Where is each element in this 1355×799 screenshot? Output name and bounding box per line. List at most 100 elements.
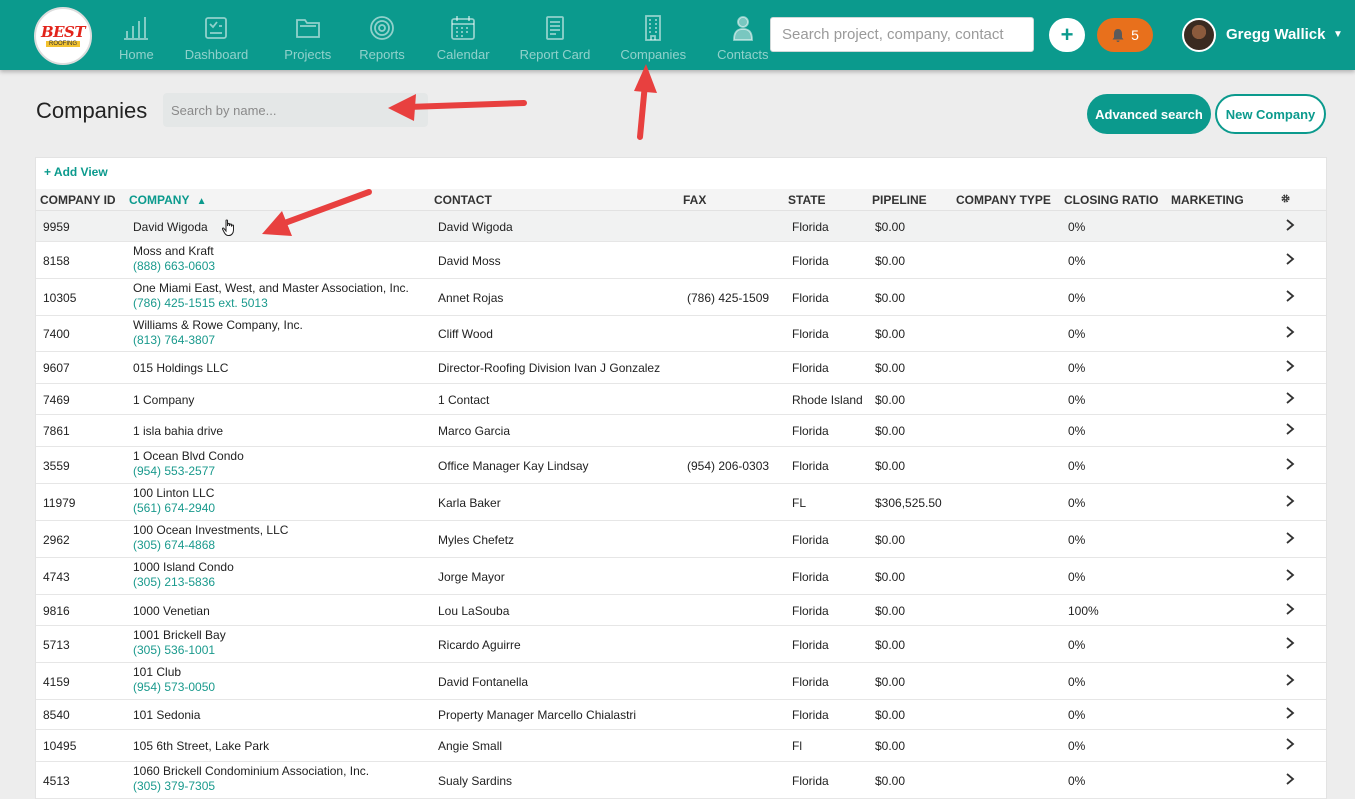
user-avatar[interactable] <box>1182 18 1216 52</box>
table-row[interactable]: 5713 1001 Brickell Bay (305) 536-1001 Ricar… <box>36 626 1326 663</box>
chevron-right-icon[interactable] <box>1285 423 1295 435</box>
table-row[interactable]: 11979 100 Linton LLC (561) 674-2940 Karla B… <box>36 484 1326 521</box>
column-header-company[interactable]: COMPANY ▲ <box>129 193 206 207</box>
company-logo[interactable]: BEST ROOFING <box>34 7 92 65</box>
column-header-fax[interactable]: FAX <box>683 193 706 207</box>
company-phone-link[interactable]: (888) 663-0603 <box>133 259 215 273</box>
company-name[interactable]: 105 6th Street, Lake Park <box>133 739 269 753</box>
contact-cell[interactable]: Lou LaSouba <box>438 604 509 618</box>
table-row[interactable]: 9607 015 Holdings LLC Director-Roofing Div… <box>36 352 1326 384</box>
company-name[interactable]: 101 Club <box>133 665 181 679</box>
chevron-right-icon[interactable] <box>1285 290 1295 302</box>
table-row[interactable]: 9816 1000 Venetian Lou LaSouba Florida $0.00… <box>36 595 1326 626</box>
contact-cell[interactable]: 1 Contact <box>438 393 489 407</box>
nav-item-projects[interactable]: Projects <box>272 0 343 70</box>
company-phone-link[interactable]: (786) 425-1515 ext. 5013 <box>133 296 409 310</box>
column-header-state[interactable]: STATE <box>788 193 826 207</box>
company-phone-link[interactable]: (954) 573-0050 <box>133 680 215 694</box>
table-row[interactable]: 3559 1 Ocean Blvd Condo (954) 553-2577 Offi… <box>36 447 1326 484</box>
contact-cell[interactable]: Jorge Mayor <box>438 570 505 584</box>
chevron-right-icon[interactable] <box>1285 326 1295 338</box>
global-search-input[interactable] <box>770 17 1034 52</box>
contact-cell[interactable]: Annet Rojas <box>438 291 503 305</box>
gear-icon[interactable] <box>1280 193 1291 204</box>
company-name[interactable]: David Wigoda <box>133 220 208 234</box>
chevron-right-icon[interactable] <box>1285 738 1295 750</box>
company-name[interactable]: Williams & Rowe Company, Inc. <box>133 318 303 332</box>
chevron-right-icon[interactable] <box>1285 219 1295 231</box>
chevron-right-icon[interactable] <box>1285 253 1295 265</box>
chevron-right-icon[interactable] <box>1285 773 1295 785</box>
contact-cell[interactable]: David Fontanella <box>438 675 528 689</box>
company-name[interactable]: 1060 Brickell Condominium Association, I… <box>133 764 369 778</box>
contact-cell[interactable]: Karla Baker <box>438 496 501 510</box>
company-name[interactable]: 1 Company <box>133 393 194 407</box>
contact-cell[interactable]: Marco Garcia <box>438 424 510 438</box>
company-phone-link[interactable]: (561) 674-2940 <box>133 501 215 515</box>
chevron-right-icon[interactable] <box>1285 674 1295 686</box>
contact-cell[interactable]: David Moss <box>438 254 501 268</box>
contact-cell[interactable]: Director-Roofing Division Ivan J Gonzale… <box>438 361 660 375</box>
table-row[interactable]: 7861 1 isla bahia drive Marco Garcia Florid… <box>36 415 1326 447</box>
company-phone-link[interactable]: (305) 536-1001 <box>133 643 226 657</box>
new-company-button[interactable]: New Company <box>1215 94 1326 134</box>
quick-add-button[interactable]: + <box>1049 18 1085 52</box>
chevron-right-icon[interactable] <box>1285 707 1295 719</box>
table-row[interactable]: 4159 101 Club (954) 573-0050 David Fontanel… <box>36 663 1326 700</box>
table-row[interactable]: 10495 105 6th Street, Lake Park Angie Smal… <box>36 730 1326 762</box>
advanced-search-button[interactable]: Advanced search <box>1087 94 1211 134</box>
contact-cell[interactable]: Myles Chefetz <box>438 533 514 547</box>
company-name[interactable]: 100 Linton LLC <box>133 486 214 500</box>
company-name[interactable]: One Miami East, West, and Master Associa… <box>133 281 409 295</box>
table-row[interactable]: 4743 1000 Island Condo (305) 213-5836 Jorge… <box>36 558 1326 595</box>
table-row[interactable]: 2962 100 Ocean Investments, LLC (305) 674-… <box>36 521 1326 558</box>
chevron-right-icon[interactable] <box>1285 392 1295 404</box>
nav-item-dashboard[interactable]: Dashboard <box>161 0 273 70</box>
column-header-company-id[interactable]: COMPANY ID <box>40 193 116 207</box>
company-name[interactable]: 1000 Island Condo <box>133 560 234 574</box>
company-name[interactable]: 101 Sedonia <box>133 708 200 722</box>
nav-item-reports[interactable]: Reports <box>343 0 421 70</box>
table-row[interactable]: 8158 Moss and Kraft (888) 663-0603 David Mo… <box>36 242 1326 279</box>
company-name[interactable]: 1 isla bahia drive <box>133 424 223 438</box>
chevron-right-icon[interactable] <box>1285 458 1295 470</box>
chevron-right-icon[interactable] <box>1285 569 1295 581</box>
table-row[interactable]: 7400 Williams & Rowe Company, Inc. (813) 7… <box>36 316 1326 352</box>
column-header-company-type[interactable]: COMPANY TYPE <box>956 193 1051 207</box>
contact-cell[interactable]: Office Manager Kay Lindsay <box>438 459 589 473</box>
table-row[interactable]: 8540 101 Sedonia Property Manager Marcello… <box>36 700 1326 730</box>
user-name[interactable]: Gregg Wallick <box>1226 26 1325 43</box>
column-header-contact[interactable]: CONTACT <box>434 193 492 207</box>
nav-item-calendar[interactable]: Calendar <box>421 0 506 70</box>
company-phone-link[interactable]: (813) 764-3807 <box>133 333 303 347</box>
company-phone-link[interactable]: (305) 379-7305 <box>133 779 369 793</box>
chevron-right-icon[interactable] <box>1285 360 1295 372</box>
company-name[interactable]: 100 Ocean Investments, LLC <box>133 523 288 537</box>
company-name[interactable]: 1001 Brickell Bay <box>133 628 226 642</box>
company-name[interactable]: 1000 Venetian <box>133 604 210 618</box>
column-header-marketing[interactable]: MARKETING <box>1171 193 1244 207</box>
chevron-right-icon[interactable] <box>1285 495 1295 507</box>
chevron-right-icon[interactable] <box>1285 637 1295 649</box>
company-name[interactable]: 015 Holdings LLC <box>133 361 228 375</box>
nav-item-home[interactable]: Home <box>112 0 161 70</box>
contact-cell[interactable]: David Wigoda <box>438 220 513 234</box>
company-name[interactable]: Moss and Kraft <box>133 244 214 258</box>
table-row[interactable]: 10305 One Miami East, West, and Master As… <box>36 279 1326 316</box>
contact-cell[interactable]: Property Manager Marcello Chialastri <box>438 708 636 722</box>
caret-down-icon[interactable]: ▼ <box>1333 29 1343 40</box>
table-row[interactable]: 4513 1060 Brickell Condominium Associatio… <box>36 762 1326 799</box>
table-row[interactable]: 7469 1 Company 1 Contact Rhode Island $0.00 0… <box>36 384 1326 415</box>
column-header-closing-ratio[interactable]: CLOSING RATIO <box>1064 193 1158 207</box>
contact-cell[interactable]: Cliff Wood <box>438 327 493 341</box>
nav-item-report-card[interactable]: Report Card <box>506 0 605 70</box>
chevron-right-icon[interactable] <box>1285 532 1295 544</box>
company-phone-link[interactable]: (305) 674-4868 <box>133 538 288 552</box>
company-phone-link[interactable]: (305) 213-5836 <box>133 575 234 589</box>
contact-cell[interactable]: Angie Small <box>438 739 502 753</box>
chevron-right-icon[interactable] <box>1285 603 1295 615</box>
notifications-button[interactable]: 5 <box>1097 18 1153 52</box>
column-header-pipeline[interactable]: PIPELINE <box>872 193 927 207</box>
company-name[interactable]: 1 Ocean Blvd Condo <box>133 449 244 463</box>
add-view-link[interactable]: + Add View <box>44 165 108 179</box>
